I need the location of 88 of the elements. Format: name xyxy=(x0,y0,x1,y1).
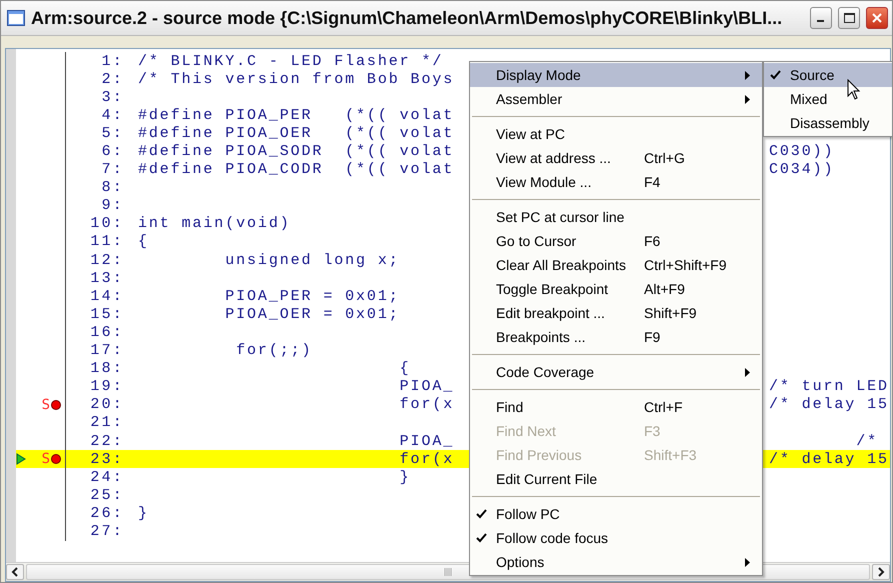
line-number: 11: xyxy=(89,233,124,250)
code-text: /* delay 15 xyxy=(769,396,890,414)
scroll-left-button[interactable] xyxy=(6,564,24,580)
menu-item[interactable]: Set PC at cursor line xyxy=(470,205,762,229)
line-number: 16: xyxy=(89,324,124,341)
line-number: 19: xyxy=(89,378,124,396)
menu-item[interactable]: Edit breakpoint ... Shift+F9 xyxy=(470,301,762,325)
code-text: /* xyxy=(855,432,880,450)
line-number: 18: xyxy=(89,360,124,378)
line-number: 15: xyxy=(89,306,124,323)
menu-item[interactable]: Code Coverage xyxy=(470,360,762,384)
line-number: 7: xyxy=(100,161,124,178)
code-text: /* BLINKY.C - LED Flasher */ xyxy=(138,52,444,70)
line-number: 12: xyxy=(89,252,124,269)
code-text: #define PIOA_CODR (*(( volat xyxy=(138,161,456,178)
menu-item[interactable]: View at PC xyxy=(470,122,762,146)
window-title: Arm:source.2 - source mode {C:\Signum\Chameleon\Arm\Demos\phyCORE\Blinky\BLI... xyxy=(31,8,784,28)
menu-item[interactable]: Go to Cursor F6 xyxy=(470,229,762,253)
code-text: #define PIOA_SODR (*(( volat xyxy=(138,143,456,160)
maximize-button[interactable] xyxy=(838,7,860,29)
line-number: 9: xyxy=(100,197,124,214)
menu-item[interactable]: Display Mode xyxy=(470,63,762,87)
line-number: 1: xyxy=(100,52,124,70)
code-text: PIOA_PER = 0x01; xyxy=(224,288,401,305)
mouse-pointer-icon xyxy=(847,79,861,101)
line-number: 13: xyxy=(89,270,124,287)
play-arrow-icon xyxy=(16,453,26,466)
menu-item[interactable]: Clear All Breakpoints Ctrl+Shift+F9 xyxy=(470,253,762,277)
menu-item[interactable]: Edit Current File xyxy=(470,467,762,491)
line-number: 24: xyxy=(89,468,124,486)
line-number: 8: xyxy=(100,179,124,196)
code-text: /* This version from Bob Boys xyxy=(138,70,456,88)
menu-item[interactable]: Mixed xyxy=(764,87,892,111)
line-number: 17: xyxy=(89,342,124,360)
minimize-button[interactable] xyxy=(810,7,832,29)
line-number: 20: xyxy=(89,396,124,414)
line-number: 21: xyxy=(89,414,124,432)
code-text: PIOA_ xyxy=(398,432,456,450)
menu-item[interactable]: View Module ... F4 xyxy=(470,170,762,194)
code-text: PIOA_ xyxy=(398,378,456,396)
line-number: 27: xyxy=(89,522,124,540)
menu-item[interactable]: Find Ctrl+F xyxy=(470,395,762,419)
grip-icon xyxy=(444,568,452,576)
line-number: 6: xyxy=(100,143,124,160)
scroll-right-button[interactable] xyxy=(872,564,890,580)
menu-item[interactable]: Assembler xyxy=(470,87,762,111)
code-text: unsigned long x; xyxy=(224,252,401,269)
breakpoint-marker: S xyxy=(42,398,50,412)
code-text: int main(void) xyxy=(138,215,292,232)
line-number: 26: xyxy=(89,504,124,522)
menu-item[interactable]: Source xyxy=(764,63,892,87)
code-text: { xyxy=(138,233,150,250)
menu-item[interactable]: View at address ... Ctrl+G xyxy=(470,146,762,170)
line-number: 4: xyxy=(100,106,124,124)
line-number: 23: xyxy=(89,450,124,468)
breakpoint-dot-icon[interactable] xyxy=(51,454,61,464)
code-text: for(x xyxy=(398,396,456,414)
code-text: { xyxy=(398,360,412,378)
line-number: 2: xyxy=(100,70,124,88)
line-number: 10: xyxy=(89,215,124,232)
breakpoint-dot-icon[interactable] xyxy=(51,400,61,410)
code-text: for(;;) xyxy=(235,342,314,360)
menu-item[interactable]: Follow code focus xyxy=(470,526,762,550)
code-text: PIOA_OER = 0x01; xyxy=(224,306,401,323)
window-icon xyxy=(7,10,25,26)
breakpoint-marker: S xyxy=(42,452,50,466)
line-number: 25: xyxy=(89,486,124,504)
code-text: C030)) xyxy=(769,143,836,160)
code-text: } xyxy=(398,468,412,486)
code-text: } xyxy=(138,504,150,522)
code-text: #define PIOA_PER (*(( volat xyxy=(138,106,456,124)
menu-item[interactable]: Breakpoints ... F9 xyxy=(470,325,762,349)
line-number: 14: xyxy=(89,288,124,305)
code-text: /* delay 15 xyxy=(769,450,890,468)
code-text: /* turn LED xyxy=(769,378,890,396)
line-number: 5: xyxy=(100,124,124,142)
code-text: for(x xyxy=(398,450,456,468)
menu-item[interactable]: Follow PC xyxy=(470,502,762,526)
code-text: C034)) xyxy=(769,161,836,178)
code-text: #define PIOA_OER (*(( volat xyxy=(138,124,456,142)
maximize-icon xyxy=(844,13,854,23)
close-icon xyxy=(872,13,882,23)
menu-item[interactable]: Disassembly xyxy=(764,111,892,135)
line-number: 22: xyxy=(89,432,124,450)
menu-item[interactable]: Options xyxy=(470,550,762,574)
menu-item[interactable]: Toggle Breakpoint Alt+F9 xyxy=(470,277,762,301)
line-number: 3: xyxy=(100,88,124,106)
close-button[interactable] xyxy=(866,7,888,29)
